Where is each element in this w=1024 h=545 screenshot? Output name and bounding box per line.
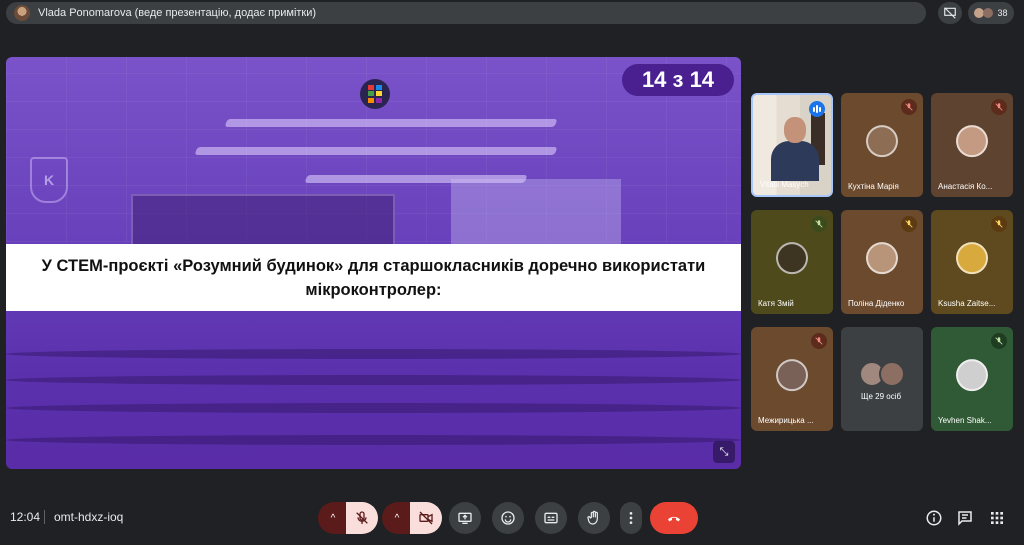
desk-row (6, 375, 741, 385)
divider (44, 510, 45, 524)
activities-icon (991, 512, 1003, 524)
meeting-details-button[interactable] (924, 508, 944, 528)
mic-off-icon (991, 333, 1007, 349)
mic-off-icon (901, 216, 917, 232)
participant-tile[interactable]: Vitalii Masych (751, 93, 833, 197)
video-options-button[interactable]: ^ (382, 502, 412, 534)
desk-row (6, 435, 741, 445)
hide-presentation-button[interactable] (938, 2, 962, 24)
end-call-button[interactable] (650, 502, 698, 534)
participant-tile[interactable]: Анастасія Ко... (931, 93, 1013, 197)
participant-avatar (956, 125, 988, 158)
more-participants-label: Ще 29 осіб (861, 392, 902, 401)
participant-mini-avatar (879, 361, 905, 387)
participant-name: Ksusha Zaitse... (938, 299, 996, 308)
mic-off-icon (811, 333, 827, 349)
participant-mini-avatar (983, 8, 994, 18)
meeting-time: 12:04 (10, 510, 41, 524)
presentation-hide-icon (944, 7, 956, 19)
question-banner: У СТЕМ-проєкті «Розумний будинок» для ст… (6, 244, 741, 311)
raise-hand-icon (587, 510, 598, 525)
group-avatars (859, 361, 905, 387)
captions-icon (544, 512, 558, 524)
chevron-up-icon: ^ (394, 512, 400, 524)
audio-options-button[interactable]: ^ (318, 502, 348, 534)
mic-off-icon (356, 511, 368, 524)
speaking-indicator-icon (809, 101, 825, 117)
participant-name: Yevhen Shak... (938, 416, 992, 425)
activities-button[interactable] (987, 508, 1007, 528)
participant-tile[interactable]: Межирицька ... (751, 327, 833, 431)
participant-avatar (776, 359, 808, 392)
desk-row (6, 349, 741, 359)
participant-avatar (956, 359, 988, 392)
app-logo-icon (360, 79, 390, 109)
chat-button[interactable] (955, 508, 975, 528)
mic-off-icon (901, 99, 917, 115)
ceiling-light (224, 119, 558, 127)
participant-avatar (776, 242, 808, 275)
participants-button[interactable]: 38 (968, 2, 1014, 24)
school-emblem-letter: K (43, 172, 55, 188)
participant-name: Межирицька ... (758, 416, 814, 425)
chevron-up-icon: ^ (330, 512, 336, 524)
participant-avatar (866, 242, 898, 275)
question-text: У СТЕМ-проєкті «Розумний будинок» для ст… (41, 256, 706, 299)
presentation-slide: K 14 з 14 У СТЕМ-проєкті «Розумний будин… (6, 57, 741, 469)
camera-toggle-button[interactable] (410, 502, 442, 534)
present-screen-icon (458, 512, 472, 524)
slide-counter: 14 з 14 (622, 64, 734, 96)
more-options-button[interactable] (620, 502, 642, 534)
mic-toggle-button[interactable] (346, 502, 378, 534)
mic-off-icon (991, 216, 1007, 232)
mic-off-icon (991, 99, 1007, 115)
participant-name: Анастасія Ко... (938, 182, 993, 191)
desk-row (6, 403, 741, 413)
info-icon (926, 510, 942, 526)
meeting-code: omt-hdxz-ioq (54, 510, 124, 524)
more-participants-tile[interactable]: Ще 29 осіб (841, 327, 923, 431)
presenter-bar: Vlada Ponomarova (веде презентацію, дода… (6, 2, 926, 24)
participant-tile[interactable]: Ksusha Zaitse... (931, 210, 1013, 314)
mic-off-icon (811, 216, 827, 232)
end-call-icon (668, 516, 680, 522)
participant-name: Кухтіна Марія (848, 182, 899, 191)
participant-avatar (956, 242, 988, 275)
reactions-button[interactable] (492, 502, 524, 534)
presenter-avatar (14, 5, 30, 21)
fullscreen-exit-icon[interactable]: ⤡ (713, 441, 735, 463)
emoji-icon (501, 511, 515, 525)
participant-tile[interactable]: Катя Змій (751, 210, 833, 314)
participant-name: Vitalii Masych (760, 180, 809, 189)
chat-icon (958, 511, 972, 526)
captions-button[interactable] (535, 502, 567, 534)
participants-count: 38 (997, 8, 1008, 18)
presenter-label: Vlada Ponomarova (веде презентацію, дода… (38, 7, 317, 19)
participant-tile[interactable]: Yevhen Shak... (931, 327, 1013, 431)
ceiling-light (194, 147, 558, 155)
participant-tile[interactable]: Поліна Діденко (841, 210, 923, 314)
school-emblem: K (30, 157, 68, 203)
participant-name: Катя Змій (758, 299, 794, 308)
present-screen-button[interactable] (449, 502, 481, 534)
camera-off-icon (419, 511, 433, 525)
more-options-icon (629, 512, 633, 524)
participant-avatar (866, 125, 898, 158)
raise-hand-button[interactable] (578, 502, 610, 534)
participant-tile[interactable]: Кухтіна Марія (841, 93, 923, 197)
participant-name: Поліна Діденко (848, 299, 905, 308)
person-body (771, 141, 819, 181)
person-head (784, 117, 806, 143)
